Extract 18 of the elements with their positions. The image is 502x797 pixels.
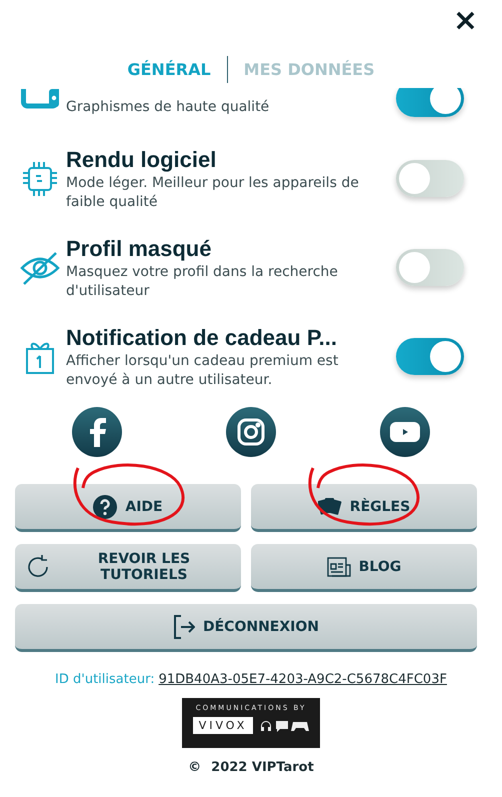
setting-description: Afficher lorsqu'un cadeau premium est envoyé à un autre utilisateur.: [66, 352, 340, 390]
copyright-text: 2022 VIPTarot: [211, 760, 314, 775]
setting-title: Profil masqué: [66, 234, 212, 262]
logout-button[interactable]: DÉCONNEXION: [15, 604, 477, 652]
setting-description: Masquez votre profil dans la recherche d'utilisateur: [66, 262, 339, 300]
setting-title: Rendu logiciel: [66, 146, 218, 174]
help-button[interactable]: AIDE: [15, 484, 241, 532]
tutorials-button[interactable]: REVOIR LES TUTORIELS: [15, 544, 241, 592]
user-id-link[interactable]: 91DB40A3-05E7-4203-A9C2-C5678C4FC03F: [158, 672, 447, 687]
setting-description: Graphismes de haute qualité: [66, 98, 270, 117]
copyright-symbol: ©: [188, 760, 202, 775]
user-id-label: ID d'utilisateur:: [55, 672, 155, 687]
setting-title: Notification de cadeau P...: [66, 324, 338, 352]
blog-button[interactable]: BLOG: [251, 544, 477, 592]
close-button[interactable]: ×: [448, 6, 482, 36]
vivox-logo: VIVOX: [192, 717, 254, 734]
rules-button[interactable]: RÈGLES: [251, 484, 477, 532]
setting-description: Mode léger. Meilleur pour les appareils de faible qualité: [66, 174, 360, 212]
